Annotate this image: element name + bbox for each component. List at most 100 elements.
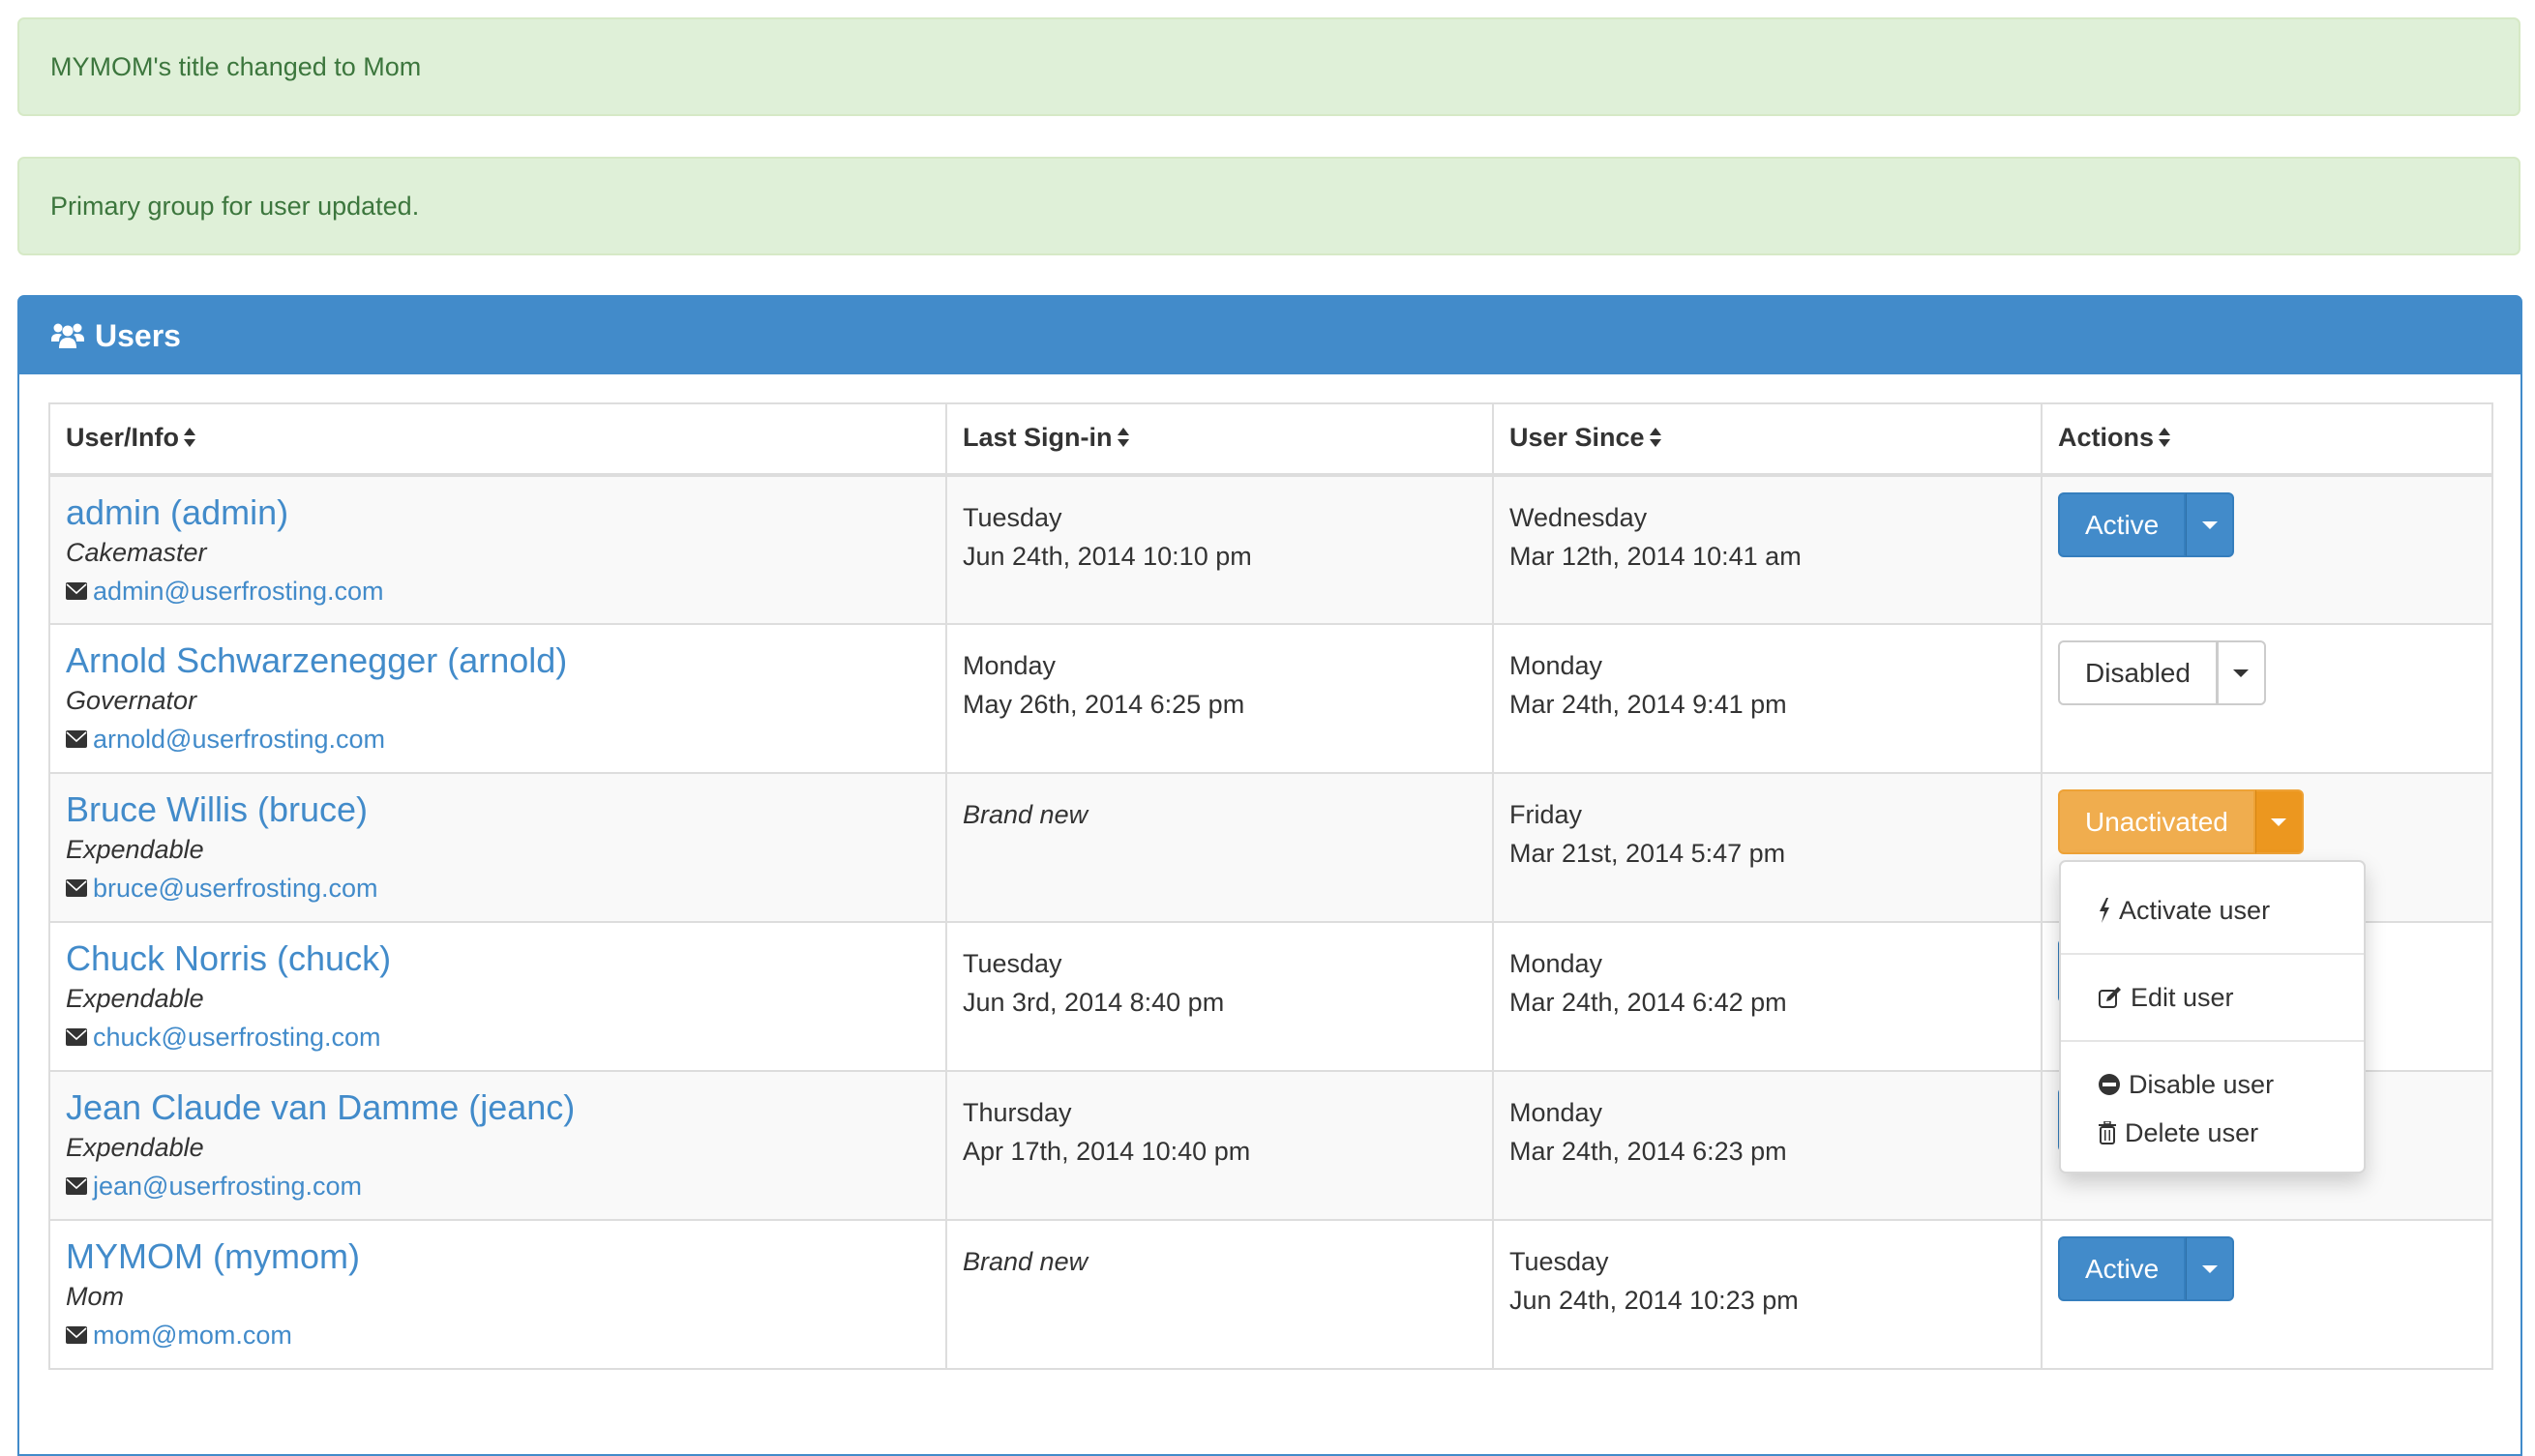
status-button[interactable]: Unactivated — [2058, 789, 2255, 854]
column-label: Last Sign-in — [963, 423, 1113, 453]
last-signin-brand-new: Brand new — [963, 1247, 1089, 1276]
user-name-link[interactable]: Chuck Norris (chuck) — [66, 938, 930, 979]
user-title: Cakemaster — [66, 538, 207, 567]
caret-down-icon — [2201, 1264, 2218, 1273]
user-email-link[interactable]: mom@mom.com — [93, 1316, 292, 1354]
trash-icon — [2099, 1121, 2116, 1144]
last-signin-cell: Thursday Apr 17th, 2014 10:40 pm — [945, 1070, 1494, 1221]
user-name-link[interactable]: Jean Claude van Damme (jeanc) — [66, 1087, 930, 1128]
envelope-icon — [66, 1028, 87, 1046]
edit-icon — [2099, 987, 2121, 1008]
user-since-cell: Monday Mar 24th, 2014 6:42 pm — [1492, 921, 2043, 1072]
sort-icon[interactable] — [1117, 425, 1130, 455]
menu-item-disable-user[interactable]: Disable user — [2061, 1065, 2364, 1104]
last-signin-cell: Brand new — [945, 772, 1494, 923]
last-signin-day: Monday — [963, 651, 1057, 680]
user-since-cell: Friday Mar 21st, 2014 5:47 pm — [1492, 772, 2043, 923]
user-since-date: Mar 24th, 2014 6:23 pm — [1509, 1137, 1787, 1166]
table-row: Arnold Schwarzenegger (arnold) Governato… — [48, 623, 2493, 774]
user-name-link[interactable]: Bruce Willis (bruce) — [66, 789, 930, 830]
column-header-last-signin[interactable]: Last Sign-in — [945, 402, 1494, 477]
column-header-user-info[interactable]: User/Info — [48, 402, 947, 477]
envelope-icon — [66, 730, 87, 748]
panel-title: Users — [95, 317, 181, 353]
column-header-actions[interactable]: Actions — [2041, 402, 2493, 477]
panel-heading: Users — [19, 297, 2520, 374]
alert-message: Primary group for user updated. — [50, 191, 420, 221]
last-signin-cell: Brand new — [945, 1219, 1494, 1370]
menu-item-edit-user[interactable]: Edit user — [2061, 978, 2364, 1017]
menu-item-label: Delete user — [2125, 1117, 2259, 1147]
actions-cell: Active — [2041, 1219, 2493, 1370]
user-info-cell: Chuck Norris (chuck) Expendable chuck@us… — [48, 921, 947, 1072]
envelope-icon — [66, 1177, 87, 1195]
status-button[interactable]: Active — [2058, 492, 2187, 557]
user-since-cell: Monday Mar 24th, 2014 9:41 pm — [1492, 623, 2043, 774]
table-header-row: User/Info Last Sign-in User Since Action… — [48, 402, 2493, 477]
user-info-cell: MYMOM (mymom) Mom mom@mom.com — [48, 1219, 947, 1370]
bolt-icon — [2100, 898, 2109, 923]
user-since-day: Wednesday — [1509, 503, 1648, 532]
sort-icon[interactable] — [2158, 425, 2171, 455]
user-since-day: Friday — [1509, 800, 1583, 829]
user-title: Governator — [66, 686, 197, 715]
status-dropdown-toggle[interactable] — [2186, 492, 2235, 557]
user-title: Expendable — [66, 1133, 204, 1162]
user-since-date: Mar 24th, 2014 6:42 pm — [1509, 988, 1787, 1017]
user-email-link[interactable]: arnold@userfrosting.com — [93, 720, 385, 758]
last-signin-cell: Tuesday Jun 24th, 2014 10:10 pm — [945, 474, 1494, 625]
user-name-link[interactable]: admin (admin) — [66, 492, 930, 533]
user-since-date: Jun 24th, 2014 10:23 pm — [1509, 1286, 1799, 1315]
last-signin-day: Tuesday — [963, 503, 1062, 532]
user-since-cell: Wednesday Mar 12th, 2014 10:41 am — [1492, 474, 2043, 625]
table-row: admin (admin) Cakemaster admin@userfrost… — [48, 474, 2493, 625]
user-email: bruce@userfrosting.com — [66, 869, 930, 907]
sort-icon[interactable] — [183, 425, 196, 455]
user-title: Expendable — [66, 984, 204, 1013]
menu-item-activate-user[interactable]: Activate user — [2061, 891, 2364, 930]
users-icon — [51, 323, 84, 348]
menu-item-label: Edit user — [2131, 982, 2234, 1012]
user-name-link[interactable]: MYMOM (mymom) — [66, 1236, 930, 1277]
status-dropdown-toggle[interactable] — [2217, 640, 2266, 705]
user-name-link[interactable]: Arnold Schwarzenegger (arnold) — [66, 640, 930, 681]
user-email: chuck@userfrosting.com — [66, 1018, 930, 1056]
user-email: jean@userfrosting.com — [66, 1167, 930, 1205]
user-info-cell: Arnold Schwarzenegger (arnold) Governato… — [48, 623, 947, 774]
user-since-date: Mar 21st, 2014 5:47 pm — [1509, 839, 1786, 868]
menu-item-label: Disable user — [2129, 1069, 2275, 1099]
status-dropdown-toggle[interactable] — [2254, 789, 2304, 854]
user-email-link[interactable]: bruce@userfrosting.com — [93, 869, 378, 907]
status-button-group: Active — [2058, 492, 2235, 557]
user-email-link[interactable]: chuck@userfrosting.com — [93, 1018, 381, 1056]
user-info-cell: admin (admin) Cakemaster admin@userfrost… — [48, 474, 947, 625]
last-signin-date: Jun 24th, 2014 10:10 pm — [963, 542, 1252, 571]
sort-icon[interactable] — [1649, 425, 1662, 455]
column-label: User/Info — [66, 423, 180, 453]
user-since-date: Mar 12th, 2014 10:41 am — [1509, 542, 1802, 571]
status-dropdown-toggle[interactable] — [2186, 1236, 2235, 1301]
user-since-cell: Monday Mar 24th, 2014 6:23 pm — [1492, 1070, 2043, 1221]
last-signin-date: Apr 17th, 2014 10:40 pm — [963, 1137, 1251, 1166]
user-since-date: Mar 24th, 2014 9:41 pm — [1509, 690, 1787, 719]
status-button[interactable]: Disabled — [2058, 640, 2218, 705]
user-since-day: Monday — [1509, 651, 1603, 680]
user-email: mom@mom.com — [66, 1316, 930, 1354]
column-header-user-since[interactable]: User Since — [1492, 402, 2043, 477]
user-title: Mom — [66, 1282, 124, 1311]
envelope-icon — [66, 1326, 87, 1344]
last-signin-date: Jun 3rd, 2014 8:40 pm — [963, 988, 1225, 1017]
table-row: MYMOM (mymom) Mom mom@mom.com Brand new … — [48, 1219, 2493, 1370]
status-button[interactable]: Active — [2058, 1236, 2187, 1301]
user-title: Expendable — [66, 835, 204, 864]
last-signin-brand-new: Brand new — [963, 800, 1089, 829]
status-button-group: Disabled — [2058, 640, 2266, 705]
user-email: arnold@userfrosting.com — [66, 720, 930, 758]
menu-item-delete-user[interactable]: Delete user — [2061, 1114, 2364, 1152]
last-signin-date: May 26th, 2014 6:25 pm — [963, 690, 1245, 719]
last-signin-cell: Monday May 26th, 2014 6:25 pm — [945, 623, 1494, 774]
user-email-link[interactable]: jean@userfrosting.com — [93, 1167, 362, 1205]
actions-cell: Active — [2041, 474, 2493, 625]
envelope-icon — [66, 879, 87, 897]
user-email-link[interactable]: admin@userfrosting.com — [93, 572, 384, 610]
